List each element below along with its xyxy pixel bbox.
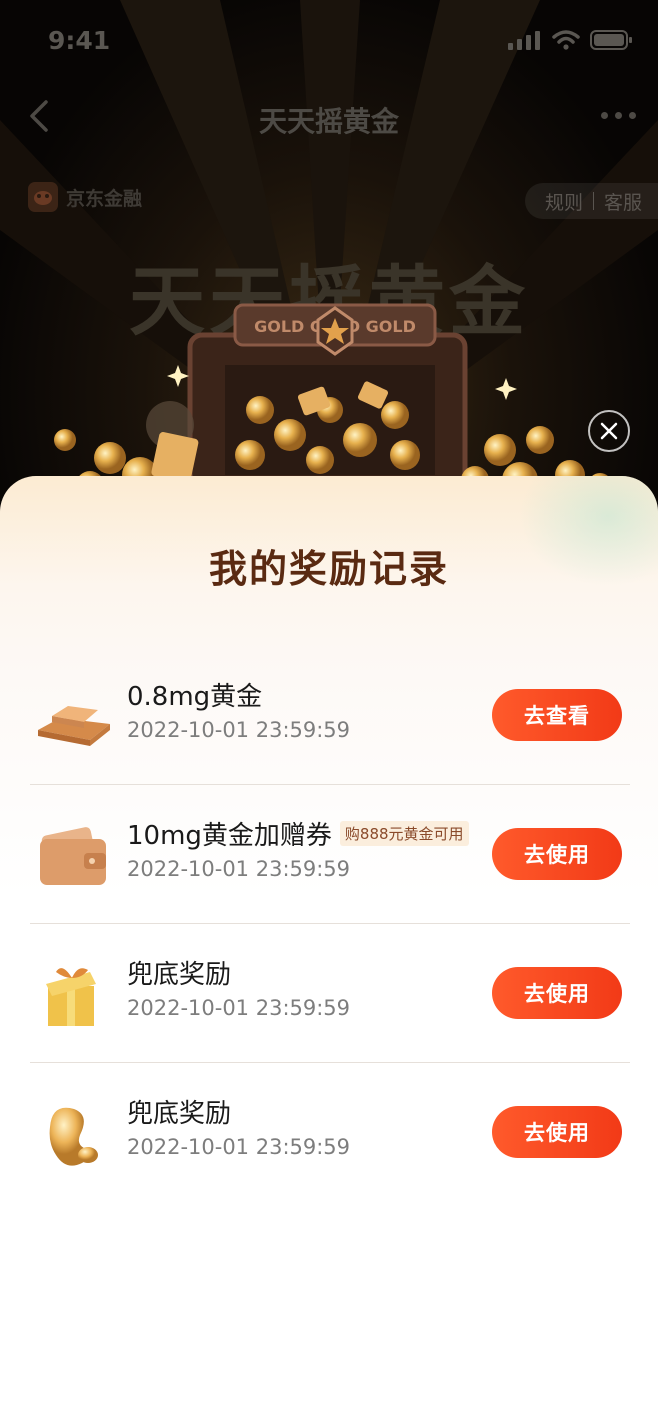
page-title: 天天摇黄金 bbox=[258, 105, 399, 138]
list-item: 兜底奖励 2022-10-01 23:59:59 去使用 bbox=[30, 1063, 630, 1202]
use-button[interactable]: 去使用 bbox=[492, 1106, 622, 1158]
record-name: 10mg黄金加赠券 bbox=[127, 821, 332, 851]
rules-service-pill: 规则 客服 bbox=[524, 183, 658, 219]
nav-bar: 天天摇黄金 bbox=[0, 90, 658, 144]
use-button[interactable]: 去使用 bbox=[492, 967, 622, 1019]
coupon-condition-tag: 购888元黄金可用 bbox=[339, 821, 469, 846]
battery-icon bbox=[590, 30, 632, 50]
view-button[interactable]: 去查看 bbox=[492, 689, 622, 741]
status-time: 9:41 bbox=[48, 26, 111, 55]
signal-icon bbox=[508, 31, 540, 50]
reward-records-sheet: 我的奖励记录 0.8mg黄金 2022-10-01 23:59:59 去查看 1… bbox=[0, 476, 658, 1425]
use-button[interactable]: 去使用 bbox=[492, 828, 622, 880]
wifi-icon bbox=[552, 30, 580, 50]
gift-box-icon bbox=[46, 968, 96, 1026]
service-link[interactable]: 客服 bbox=[604, 188, 642, 215]
gold-bean-icon bbox=[49, 1107, 98, 1166]
brand-logo: 京东金融 bbox=[28, 182, 142, 212]
brand-name: 京东金融 bbox=[66, 187, 143, 210]
more-options-icon[interactable] bbox=[601, 112, 636, 119]
status-bar: 9:41 bbox=[0, 22, 658, 62]
rules-link[interactable]: 规则 bbox=[545, 188, 583, 215]
wallet-icon bbox=[40, 827, 106, 885]
close-icon[interactable] bbox=[588, 410, 630, 452]
record-date: 2022-10-01 23:59:59 bbox=[127, 1135, 351, 1159]
record-date: 2022-10-01 23:59:59 bbox=[127, 857, 351, 881]
list-item: 10mg黄金加赠券 购888元黄金可用 2022-10-01 23:59:59 … bbox=[30, 785, 630, 924]
record-name: 0.8mg黄金 bbox=[127, 682, 263, 712]
sheet-title: 我的奖励记录 bbox=[208, 547, 449, 591]
record-date: 2022-10-01 23:59:59 bbox=[127, 996, 351, 1020]
brand-dog-icon bbox=[28, 182, 58, 212]
list-item: 兜底奖励 2022-10-01 23:59:59 去使用 bbox=[30, 924, 630, 1063]
record-name: 兜底奖励 bbox=[127, 1099, 232, 1129]
record-name: 兜底奖励 bbox=[127, 960, 232, 990]
list-item: 0.8mg黄金 2022-10-01 23:59:59 去查看 bbox=[30, 646, 630, 785]
record-date: 2022-10-01 23:59:59 bbox=[127, 718, 351, 742]
gold-bar-icon bbox=[38, 706, 110, 746]
